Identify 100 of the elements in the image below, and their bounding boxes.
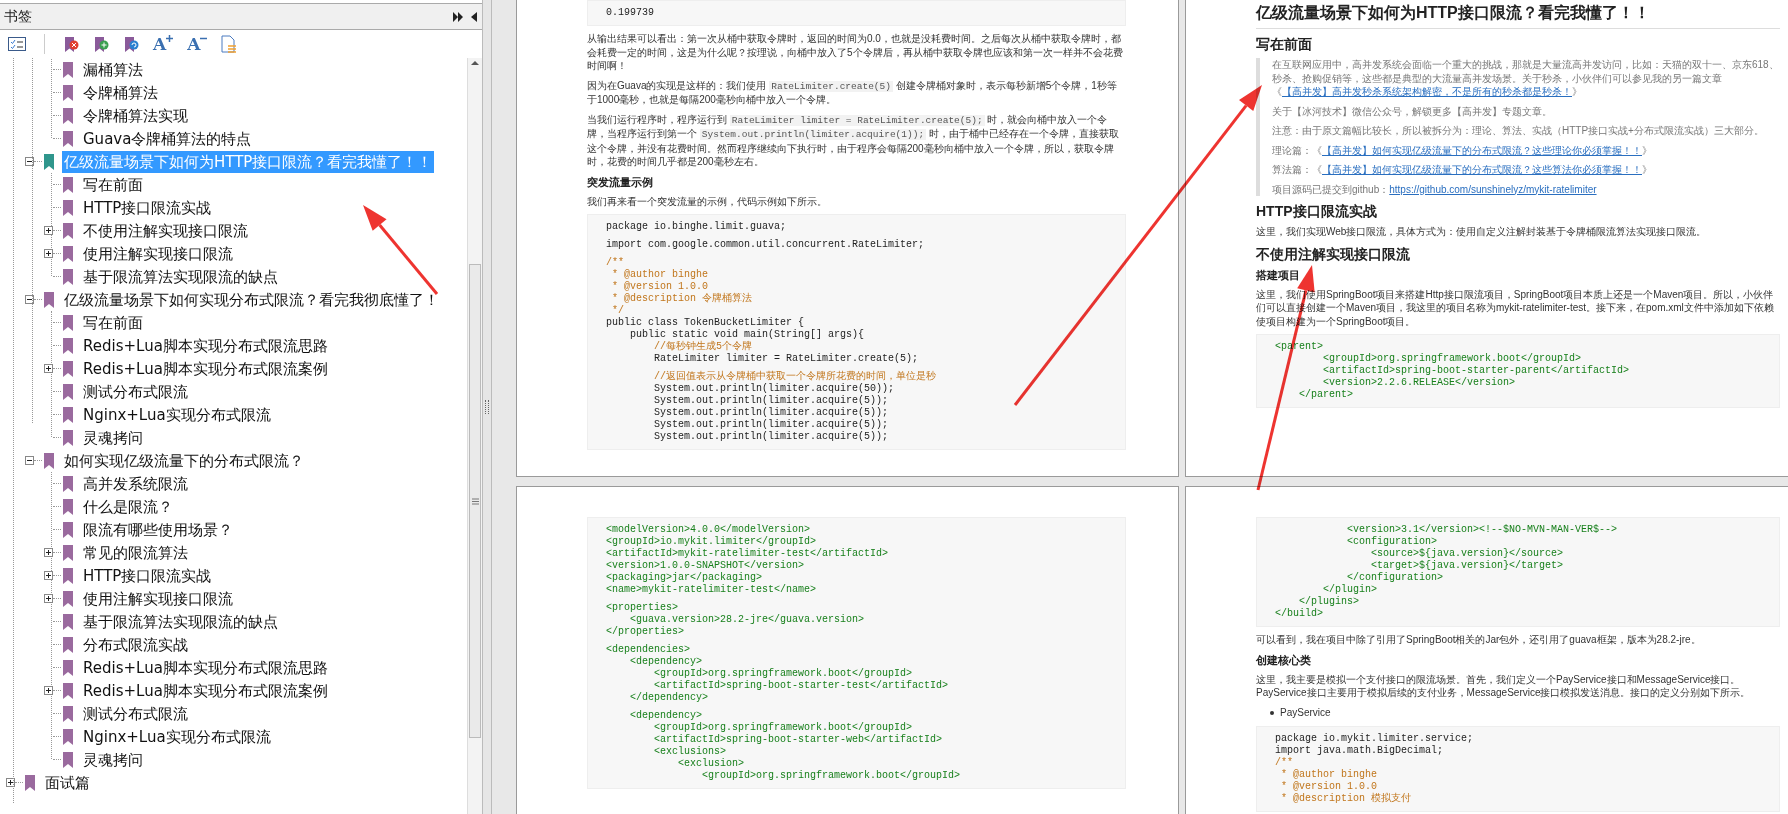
code-line: <version>2.2.6.RELEASE</version> [1322, 377, 1517, 389]
code-line: <source>${java.version}</source> [1370, 548, 1565, 560]
code-line: <groupId>org.springframework.boot</groupId> [1322, 353, 1583, 365]
triangle-left-icon[interactable] [470, 10, 478, 23]
bookmark-item[interactable]: Nginx+Lua实现分布式限流 [81, 725, 273, 748]
bookmark-item[interactable]: 高并发系统限流 [81, 472, 190, 495]
code-line: * @description 令牌桶算法 [611, 293, 753, 305]
bookmark-item[interactable]: 令牌桶算法 [81, 81, 160, 104]
code-line: </properties> [606, 626, 685, 638]
bookmark-item[interactable]: 基于限流算法实现限流的缺点 [81, 265, 280, 288]
double-chevron-icon[interactable] [452, 10, 464, 23]
scrollbar-thumb[interactable] [469, 264, 481, 738]
bookmark-item[interactable]: 如何实现亿级流量下的分布式限流？ [62, 449, 306, 472]
expand-toggle[interactable] [44, 571, 53, 580]
code-line: <dependency> [629, 656, 703, 668]
code-line: public static void main(String[] args){ [629, 329, 866, 341]
expand-toggle[interactable] [44, 364, 53, 373]
bookmark-item[interactable]: 使用注解实现接口限流 [81, 242, 235, 265]
bookmark-item[interactable]: 灵魂拷问 [81, 748, 145, 771]
bookmark-item[interactable]: 使用注解实现接口限流 [81, 587, 235, 610]
article-link[interactable]: 【高并发】如何实现亿级流量下的分布式限流？这些算法你必须掌握！！ [1322, 164, 1642, 175]
code-line: import java.math.BigDecimal; [1275, 744, 1445, 757]
minus-icon [200, 35, 208, 42]
body-paragraph: 这里，我主要是模拟一个支付接口的限流场景。首先，我们定义一个PayService接口和MessageService接口。PayService接口主要用于模拟后续的支付业务，MessageService接口模拟发送消息。接口的定义分别如下所示。 [1256, 672, 1752, 700]
bookmark-item[interactable]: 限流有哪些使用场景？ [81, 518, 235, 541]
scroll-up-icon[interactable] [470, 58, 480, 68]
bookmark-item[interactable]: Guava令牌桶算法的特点 [81, 127, 254, 150]
code-line: //每秒钟生成5个令牌 [653, 341, 753, 353]
font-larger-button[interactable]: A [153, 35, 174, 53]
bookmark-circle-icon[interactable] [123, 35, 139, 53]
code-line: <artifactId>spring-boot-starter-test</artifactId> [653, 680, 950, 692]
bookmark-item[interactable]: HTTP接口限流实战 [81, 564, 214, 587]
code-line: * @description 模拟支付 [1280, 792, 1412, 805]
bookmark-item[interactable]: 漏桶算法 [81, 58, 145, 81]
collapse-toggle[interactable] [25, 456, 34, 465]
body-paragraph: 我们再来看一个突发流量的示例，代码示例如下所示。 [587, 194, 828, 208]
code-line: System.out.println(limiter.acquire(5)); [653, 431, 890, 443]
checklist-icon[interactable] [8, 37, 26, 51]
code-line: <name>mykit-ratelimiter-test</name> [606, 584, 818, 596]
subsection-heading: 创建核心类 [1256, 652, 1312, 668]
collapse-toggle[interactable] [25, 295, 34, 304]
collapse-toggle[interactable] [25, 157, 34, 166]
body-paragraph: 在互联网应用中，高并发系统会面临一个重大的挑战，那就是大量流高并发访问，比如：天猫的双十一、京东618、秒杀、抢购促销等，这些都是典型的大流量高并发场景。关于秒杀，小伙伴们可以参见我的另一篇文章《【高并发】高并发秒杀系统架构解密，不是所有的秒杀都是秒杀！》 [1272, 58, 1780, 99]
bookmark-item[interactable]: 不使用注解实现接口限流 [81, 219, 250, 242]
expand-toggle[interactable] [44, 594, 53, 603]
bookmark-item[interactable]: 写在前面 [81, 311, 145, 334]
code-line: </plugins> [1298, 596, 1360, 608]
expand-toggle[interactable] [6, 778, 15, 787]
code-line: </dependency> [629, 692, 710, 704]
bookmark-item[interactable]: 亿级流量场景下如何实现分布式限流？看完我彻底懂了！ [62, 288, 441, 311]
expand-toggle[interactable] [44, 686, 53, 695]
bookmark-item[interactable]: 测试分布式限流 [81, 380, 190, 403]
add-bookmark-icon[interactable] [93, 35, 109, 53]
body-paragraph: 理论篇：《【高并发】如何实现亿级流量下的分布式限流？这些理论你必须掌握！！》 [1272, 143, 1653, 157]
bookmark-item[interactable]: 什么是限流？ [81, 495, 175, 518]
bookmark-item[interactable]: Redis+Lua脚本实现分布式限流思路 [81, 656, 330, 679]
expand-toggle[interactable] [44, 249, 53, 258]
bookmark-item[interactable]: 常见的限流算法 [81, 541, 190, 564]
code-line: * @version 1.0.0 [1280, 780, 1379, 793]
code-line: </configuration> [1346, 572, 1445, 584]
code-line: <properties> [606, 602, 679, 614]
bookmark-item[interactable]: Nginx+Lua实现分布式限流 [81, 403, 273, 426]
article-link[interactable]: 【高并发】高并发秒杀系统架构解密，不是所有的秒杀都是秒杀！ [1282, 86, 1572, 97]
code-line: public class TokenBucketLimiter { [606, 317, 806, 329]
font-smaller-button[interactable]: A [187, 35, 208, 53]
code-line: //返回值表示从令牌桶中获取一个令牌所花费的时间，单位是秒 [653, 371, 937, 383]
bookmark-item[interactable]: 测试分布式限流 [81, 702, 190, 725]
remove-bookmark-icon[interactable] [63, 35, 79, 53]
code-line: System.out.println(limiter.acquire(5)); [653, 419, 890, 431]
article-link[interactable]: https://github.com/sunshinelyz/mykit-ratelimiter [1389, 183, 1597, 195]
expand-toggle[interactable] [44, 226, 53, 235]
bookmark-item[interactable]: Redis+Lua脚本实现分布式限流案例 [81, 679, 330, 702]
code-line: System.out.println(limiter.acquire(50)); [653, 383, 896, 395]
expand-toggle[interactable] [44, 548, 53, 557]
code-line: <modelVersion>4.0.0</modelVersion> [606, 524, 812, 536]
section-heading: 写在前面 [1256, 35, 1313, 53]
code-line: <version>3.1</version><!--$NO-MVN-MAN-VER$--> [1346, 524, 1619, 536]
code-line: <configuration> [1346, 536, 1439, 548]
code-line: <packaging>jar</packaging> [606, 572, 764, 584]
body-paragraph: 关于【冰河技术】微信公众号，解锁更多【高并发】专题文章。 [1272, 104, 1553, 118]
code-line: /** [606, 257, 625, 269]
bookmark-item[interactable]: Redis+Lua脚本实现分布式限流案例 [81, 357, 330, 380]
code-line: System.out.println(limiter.acquire(5)); [653, 407, 890, 419]
code-line: package io.binghe.limit.guava; [606, 221, 788, 233]
splitter-grip[interactable] [485, 400, 489, 414]
bookmark-item[interactable]: 写在前面 [81, 173, 145, 196]
code-line: */ [611, 305, 625, 317]
bookmark-item[interactable]: Redis+Lua脚本实现分布式限流思路 [81, 334, 330, 357]
body-paragraph: 项目源码已提交到github：https://github.com/sunshinelyz/mykit-ratelimiter [1272, 182, 1598, 196]
code-line: <exclusion> [677, 758, 746, 770]
article-link[interactable]: 【高并发】如何实现亿级流量下的分布式限流？这些理论你必须掌握！！ [1322, 144, 1642, 156]
code-line: <target>${java.version}</target> [1370, 560, 1565, 572]
bookmark-item[interactable]: 面试篇 [43, 771, 92, 794]
bookmark-item[interactable]: 分布式限流实战 [81, 633, 190, 656]
bookmark-item[interactable]: 基于限流算法实现限流的缺点 [81, 610, 280, 633]
bookmark-item[interactable]: 令牌桶算法实现 [81, 104, 190, 127]
plus-icon [166, 35, 174, 42]
bookmark-item[interactable]: 灵魂拷问 [81, 426, 145, 449]
bookmark-item[interactable]: HTTP接口限流实战 [81, 196, 214, 219]
code-line: <exclusions> [653, 746, 728, 758]
